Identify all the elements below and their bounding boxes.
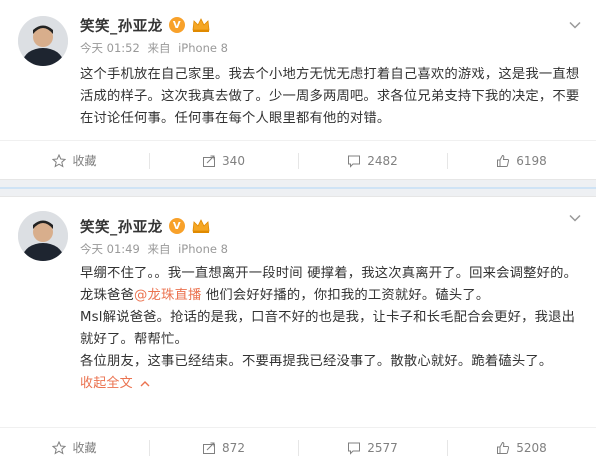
favorite-button[interactable]: 收藏 [0,428,149,466]
chevron-down-icon[interactable] [568,211,582,225]
paragraph-prefix: 龙珠爸爸 [80,288,134,303]
like-icon [497,441,510,454]
crown-icon [192,219,210,233]
favorite-button[interactable]: 收藏 [0,141,149,180]
post-paragraph: 这个手机放在自己家里。我去个小地方无忧无虑打着自己喜欢的游戏，这是我一直想活成的… [80,67,580,126]
collapse-text-link[interactable]: 收起全文 [80,373,151,395]
avatar[interactable] [18,211,68,261]
like-count: 6198 [516,153,547,168]
post-meta: 今天 01:52 来自 iPhone 8 [80,40,228,56]
post-paragraph: Msl解说爸爸。抢话的是我，口音不好的也是我，让卡子和长毛配合会更好，我退出就好… [80,310,576,347]
like-count: 5208 [516,440,547,455]
chevron-down-icon[interactable] [568,18,582,32]
post-time[interactable]: 今天 01:52 [80,41,140,55]
weibo-post-1: 笑笑_孙亚龙 V 今天 01:52 来自 iPhone 8 这个手机放在自己家里… [0,0,596,180]
author-name[interactable]: 笑笑_孙亚龙 [80,216,163,237]
post-paragraph: 早绷不住了。。我一直想离开一段时间 硬撑着，我这次真离开了。回来会调整好的。 [80,266,578,281]
verified-icon: V [168,17,185,33]
post-meta: 今天 01:49 来自 iPhone 8 [80,241,228,257]
comment-button[interactable]: 2482 [298,141,447,180]
verified-icon: V [168,218,185,234]
paragraph-suffix: 他们会好好播的，你扣我的工资就好。磕头了。 [201,288,490,303]
weibo-post-2: 笑笑_孙亚龙 V 今天 01:49 来自 iPhone 8 早绷不住了。。我一直… [0,196,596,466]
repost-button[interactable]: 872 [149,428,298,466]
author-name[interactable]: 笑笑_孙亚龙 [80,15,163,36]
comment-count: 2577 [367,440,398,455]
repost-icon [203,442,216,454]
favorite-label: 收藏 [72,154,97,168]
action-bar: 收藏 872 2577 5208 [0,427,596,466]
author-row: 笑笑_孙亚龙 V [80,215,211,237]
crown-icon [192,18,210,32]
collapse-label: 收起全文 [80,376,133,391]
feed-divider [0,180,596,196]
comment-button[interactable]: 2577 [298,428,447,466]
author-row: 笑笑_孙亚龙 V [80,14,211,36]
like-button[interactable]: 5208 [447,428,596,466]
chevron-up-icon [140,381,150,387]
post-time[interactable]: 今天 01:49 [80,242,140,256]
post-paragraph: 龙珠爸爸@龙珠直播 他们会好好播的，你扣我的工资就好。磕头了。 [80,285,582,307]
comment-count: 2482 [367,153,398,168]
post-content: 这个手机放在自己家里。我去个小地方无忧无虑打着自己喜欢的游戏，这是我一直想活成的… [80,64,582,130]
star-icon [52,440,67,455]
post-content: 早绷不住了。。我一直想离开一段时间 硬撑着，我这次真离开了。回来会调整好的。 龙… [80,263,582,395]
comment-icon [348,442,361,455]
post-paragraph: 各位朋友，这事已经结束。不要再提我已经没事了。散散心就好。跪着磕头了。 [80,354,553,369]
like-button[interactable]: 6198 [447,141,596,180]
post-source: iPhone 8 [178,242,228,256]
source-prefix: 来自 [147,41,171,55]
comment-icon [348,155,361,168]
like-icon [497,154,510,167]
avatar[interactable] [18,16,68,66]
favorite-label: 收藏 [72,441,97,455]
repost-icon [203,155,216,167]
repost-count: 340 [222,153,245,168]
star-icon [52,153,67,168]
action-bar: 收藏 340 2482 6198 [0,140,596,180]
repost-count: 872 [222,440,245,455]
source-prefix: 来自 [147,242,171,256]
repost-button[interactable]: 340 [149,141,298,180]
mention-link[interactable]: @龙珠直播 [134,288,201,303]
post-source: iPhone 8 [178,41,228,55]
